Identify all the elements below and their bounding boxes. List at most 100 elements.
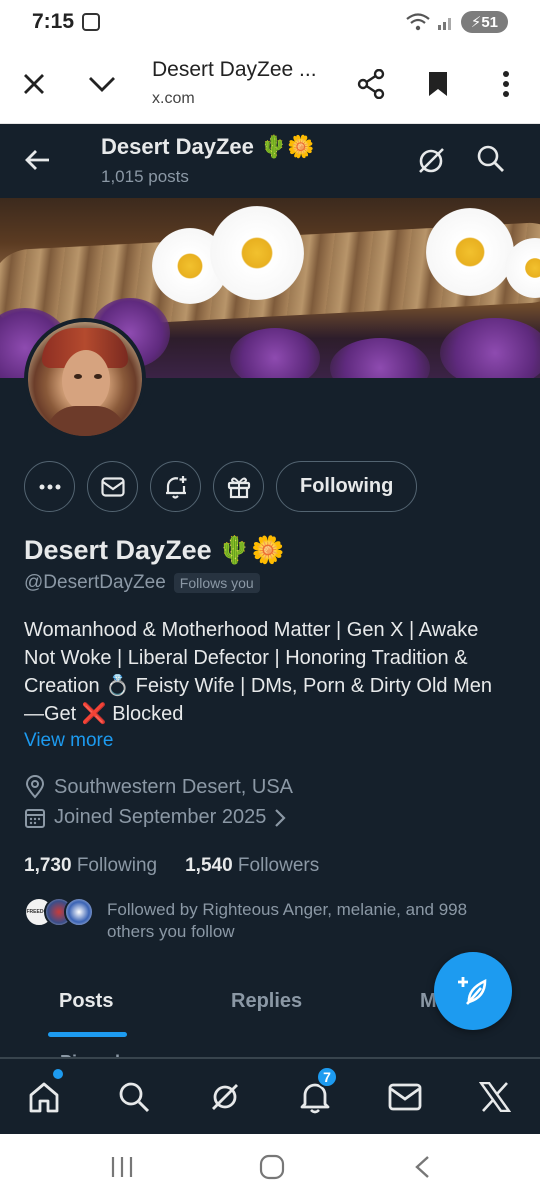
battery-level: 51	[481, 14, 498, 31]
search-icon	[119, 1082, 150, 1113]
grok-button[interactable]	[414, 144, 448, 178]
header-post-count: 1,015 posts	[101, 167, 189, 186]
banner-lilac	[440, 318, 540, 378]
location-text: Southwestern Desert, USA	[54, 775, 293, 798]
compose-post-button[interactable]	[434, 952, 512, 1030]
follows-you-badge: Follows you	[173, 573, 260, 593]
collapse-button[interactable]	[84, 66, 120, 102]
location-pin-icon	[25, 775, 45, 799]
search-button[interactable]	[476, 144, 508, 176]
followers-stat[interactable]: 1,540 Followers	[185, 855, 319, 877]
gift-button[interactable]	[213, 461, 264, 512]
profile-bio: Womanhood & Motherhood Matter | Gen X | …	[24, 616, 524, 728]
bookmark-button[interactable]	[420, 66, 456, 102]
nav-home[interactable]	[24, 1077, 64, 1117]
follow-stats: 1,730 Following 1,540 Followers	[24, 855, 319, 877]
profile-avatar[interactable]	[24, 318, 146, 440]
display-name-emoji: 🌵🌼	[217, 535, 285, 565]
mail-icon	[388, 1083, 422, 1111]
wifi-icon	[406, 13, 430, 31]
recent-apps-icon	[111, 1157, 133, 1177]
followers-count: 1,540	[185, 855, 233, 876]
x-logo-icon	[479, 1082, 511, 1112]
share-icon	[357, 69, 385, 99]
avatar-eye	[94, 374, 102, 379]
share-button[interactable]	[353, 66, 389, 102]
bottom-navigation: 7	[0, 1058, 540, 1134]
message-button[interactable]	[87, 461, 138, 512]
banner-daisy	[426, 208, 514, 296]
x-profile-app: Desert DayZee 🌵🌼 1,015 posts Following D…	[0, 124, 540, 1134]
more-horizontal-icon	[39, 484, 60, 489]
gift-icon	[227, 477, 250, 498]
status-icons: ⚡51	[405, 11, 508, 33]
more-options-button[interactable]	[488, 66, 524, 102]
back-chevron-icon	[415, 1156, 429, 1178]
back-arrow-icon	[25, 150, 49, 170]
more-actions-button[interactable]	[24, 461, 75, 512]
home-notification-dot	[53, 1069, 63, 1079]
status-time: 7:15	[32, 10, 75, 33]
profile-header-bar: Desert DayZee 🌵🌼 1,015 posts	[0, 124, 540, 198]
avatar-face	[62, 350, 110, 412]
nav-messages[interactable]	[385, 1077, 425, 1117]
chevron-down-icon	[89, 77, 115, 92]
tab-replies[interactable]: Replies	[231, 990, 302, 1013]
mutual-followers-avatars[interactable]: FREEDOM	[24, 897, 94, 927]
banner-lilac	[230, 328, 320, 378]
system-navigation-bar	[0, 1134, 540, 1200]
more-vertical-icon	[503, 71, 509, 97]
following-count: 1,730	[24, 855, 72, 876]
header-profile-name: Desert DayZee 🌵🌼	[101, 134, 315, 159]
back-button[interactable]	[22, 144, 54, 176]
avatar-eye	[74, 374, 82, 379]
browser-url[interactable]: x.com	[152, 90, 195, 108]
avatar-body	[46, 406, 126, 436]
following-button[interactable]: Following	[276, 461, 418, 512]
battery-indicator: ⚡51	[460, 11, 508, 33]
mutual-avatar	[64, 897, 94, 927]
browser-page-title[interactable]: Desert DayZee ...	[152, 58, 317, 82]
home-icon	[29, 1082, 59, 1113]
mail-icon	[100, 476, 125, 497]
grok-icon	[419, 148, 444, 173]
nav-x[interactable]	[475, 1077, 515, 1117]
calendar-icon	[25, 808, 45, 828]
bookmark-icon	[429, 72, 447, 96]
active-tab-indicator	[48, 1032, 127, 1037]
signal-icon	[437, 18, 451, 30]
notifications-badge: 7	[316, 1066, 338, 1088]
nav-grok[interactable]	[205, 1077, 245, 1117]
banner-lilac	[330, 338, 430, 378]
display-name-text: Desert DayZee	[24, 534, 212, 565]
tab-posts[interactable]: Posts	[59, 990, 113, 1013]
compose-feather-icon	[458, 977, 487, 1005]
status-bar: 7:15 ⚡51	[0, 0, 540, 46]
search-icon	[477, 145, 504, 172]
close-tab-button[interactable]	[16, 66, 52, 102]
grok-icon	[212, 1084, 238, 1110]
nav-search[interactable]	[114, 1077, 154, 1117]
home-system-button[interactable]	[259, 1154, 285, 1185]
chevron-right-icon	[275, 808, 286, 827]
bio-line: Creation 💍 Feisty Wife | DMs, Porn & Dir…	[24, 675, 492, 697]
following-stat[interactable]: 1,730 Following	[24, 855, 157, 877]
profile-joined-date[interactable]: Joined September 2025	[24, 806, 286, 829]
profile-display-name: Desert DayZee 🌵🌼	[24, 534, 285, 566]
following-label: Following	[76, 855, 158, 876]
followed-by-text[interactable]: Followed by Righteous Anger, melanie, an…	[107, 899, 517, 943]
joined-text: Joined September 2025	[54, 806, 267, 828]
browser-toolbar: Desert DayZee ... x.com	[0, 46, 540, 124]
profile-actions: Following	[24, 461, 418, 512]
recent-apps-button[interactable]	[110, 1156, 134, 1183]
bio-line: Not Woke | Liberal Defector | Honoring T…	[24, 647, 468, 669]
bio-line: Womanhood & Motherhood Matter | Gen X | …	[24, 619, 479, 641]
home-square-icon	[259, 1154, 285, 1180]
notify-button[interactable]	[150, 461, 201, 512]
view-more-link[interactable]: View more	[24, 730, 113, 752]
close-icon	[24, 74, 44, 94]
banner-daisy	[210, 206, 304, 300]
back-system-button[interactable]	[414, 1155, 430, 1184]
profile-location: Southwestern Desert, USA	[24, 775, 293, 799]
handle-row: @DesertDayZee Follows you	[24, 572, 260, 594]
